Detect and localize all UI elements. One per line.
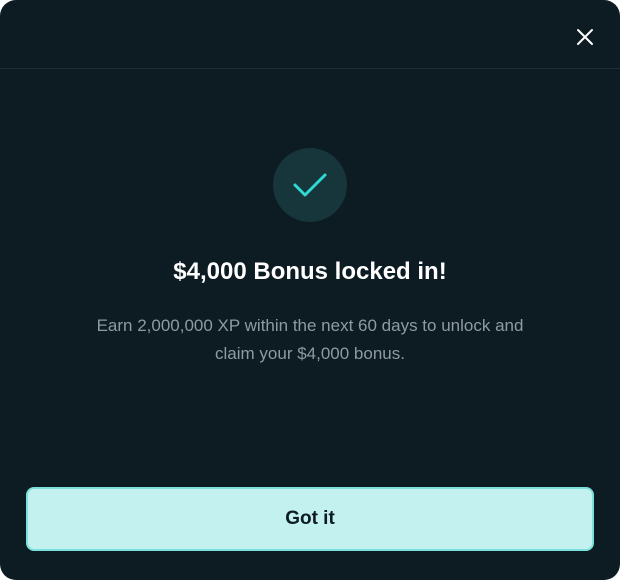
modal-header: [0, 0, 620, 69]
modal-title: $4,000 Bonus locked in!: [173, 258, 447, 285]
close-button[interactable]: [572, 24, 598, 50]
bonus-modal: $4,000 Bonus locked in! Earn 2,000,000 X…: [0, 0, 620, 580]
got-it-button[interactable]: Got it: [26, 487, 594, 551]
success-badge: [273, 148, 347, 222]
checkmark-icon: [293, 173, 327, 197]
modal-description: Earn 2,000,000 XP within the next 60 day…: [96, 316, 524, 363]
close-icon: [577, 29, 593, 45]
